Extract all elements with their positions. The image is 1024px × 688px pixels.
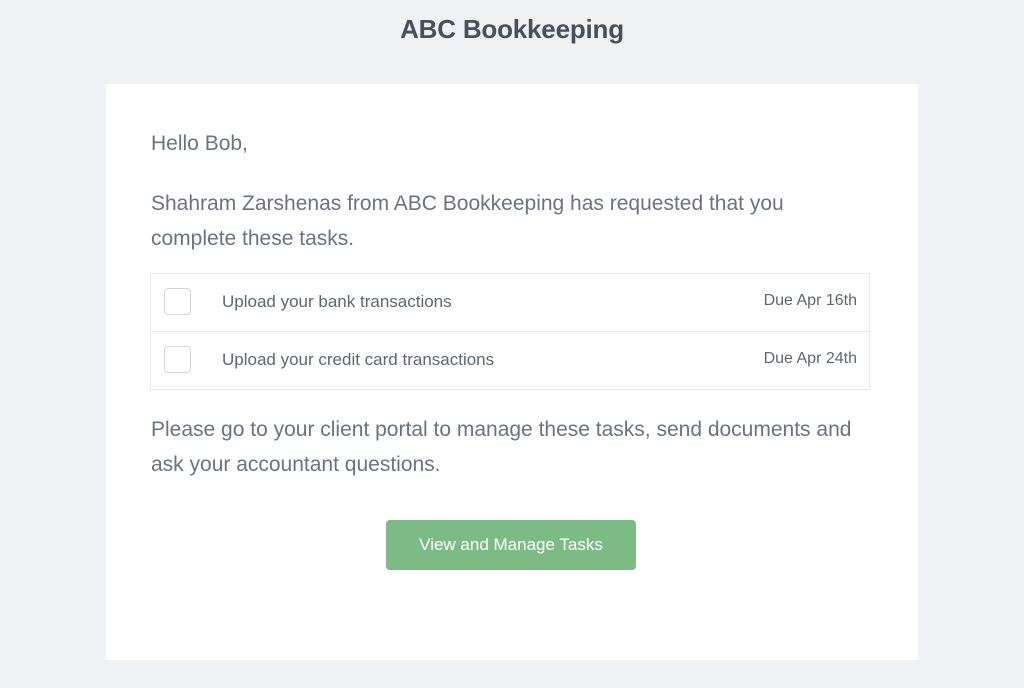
task-due-date: Due Apr 24th (763, 350, 857, 367)
view-manage-tasks-button[interactable]: View and Manage Tasks (386, 520, 636, 570)
task-checkbox[interactable] (164, 288, 191, 315)
email-card: Hello Bob, Shahram Zarshenas from ABC Bo… (106, 84, 918, 660)
intro-text: Shahram Zarshenas from ABC Bookkeeping h… (151, 192, 784, 250)
task-row: Upload your credit card transactions Due… (151, 332, 869, 389)
brand-title: ABC Bookkeeping (400, 14, 624, 44)
greeting-text: Hello Bob, (151, 132, 248, 155)
task-row: Upload your bank transactions Due Apr 16… (151, 274, 869, 332)
task-list: Upload your bank transactions Due Apr 16… (150, 273, 870, 390)
task-due-date: Due Apr 16th (763, 292, 857, 309)
task-checkbox[interactable] (164, 346, 191, 373)
portal-text: Please go to your client portal to manag… (151, 418, 852, 476)
task-label: Upload your bank transactions (222, 292, 452, 311)
task-label: Upload your credit card transactions (222, 350, 495, 369)
